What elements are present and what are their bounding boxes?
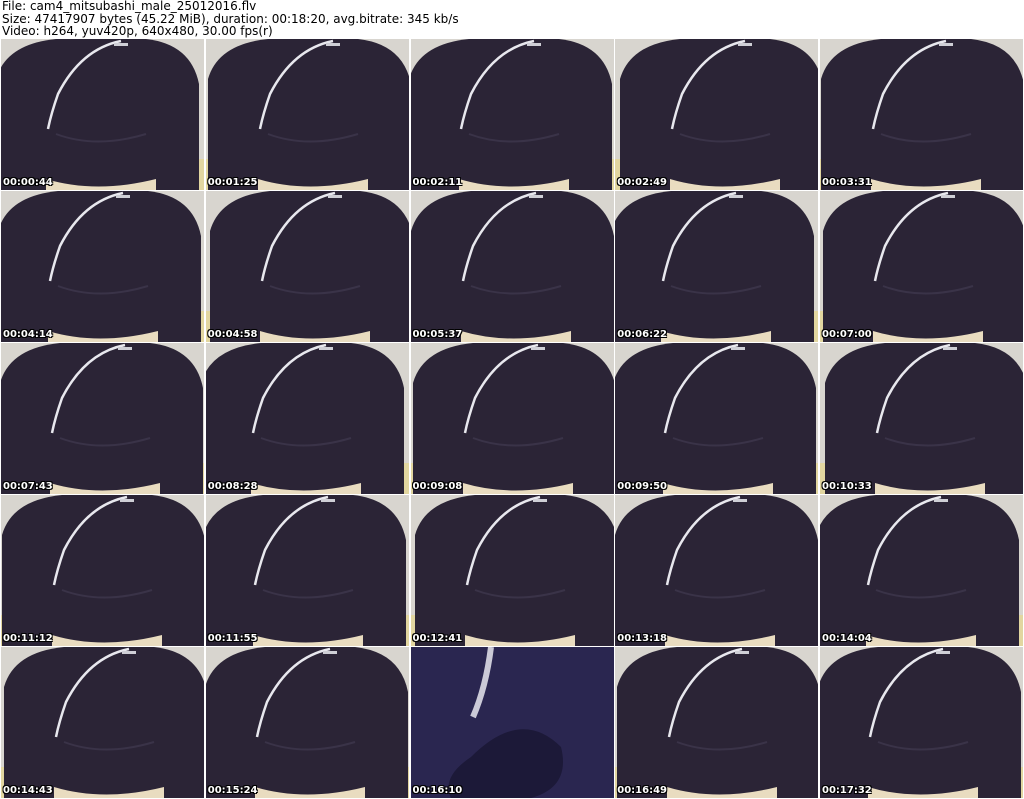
video-frame: [1, 647, 204, 798]
thumbnail: 00:13:18: [615, 495, 819, 646]
timestamp-label: 00:16:49: [617, 785, 667, 796]
thumbnail: 00:09:50: [615, 343, 819, 494]
thumbnail: 00:10:33: [820, 343, 1023, 494]
thumbnail: 00:09:08: [410, 343, 614, 494]
timestamp-label: 00:17:32: [822, 785, 872, 796]
video-frame: [205, 191, 409, 342]
thumbnail: 00:05:37: [410, 191, 614, 342]
thumbnail: 00:00:44: [1, 39, 204, 190]
timestamp-label: 00:11:12: [3, 633, 53, 644]
video-frame: [410, 191, 614, 342]
timestamp-label: 00:09:50: [617, 481, 667, 492]
thumbnail: 00:17:32: [820, 647, 1023, 798]
thumbnail-grid: 00:00:44 00:01:25 00:02:11 00:02:49 00:0…: [1, 39, 1023, 798]
thumbnail: 00:16:10: [410, 647, 614, 798]
video-frame: [615, 343, 819, 494]
video-frame: [1, 343, 204, 494]
timestamp-label: 00:12:41: [412, 633, 463, 644]
timestamp-label: 00:01:25: [207, 177, 258, 188]
timestamp-label: 00:04:14: [3, 329, 53, 340]
video-frame: [205, 39, 409, 190]
thumbnail: 00:15:24: [205, 647, 409, 798]
timestamp-label: 00:14:04: [822, 633, 872, 644]
thumbnail: 00:08:28: [205, 343, 409, 494]
timestamp-label: 00:06:22: [617, 329, 667, 340]
video-frame: [615, 495, 819, 646]
video-frame: [615, 39, 819, 190]
timestamp-label: 00:03:31: [822, 177, 872, 188]
video-frame: [410, 39, 614, 190]
timestamp-label: 00:02:49: [617, 177, 667, 188]
timestamp-label: 00:13:18: [617, 633, 667, 644]
video-frame: [820, 39, 1023, 190]
thumbnail: 00:06:22: [615, 191, 819, 342]
file-info-header: File: cam4_mitsubashi_male_25012016.flv …: [2, 0, 1022, 38]
thumbnail: 00:02:49: [615, 39, 819, 190]
thumbnail: 00:04:58: [205, 191, 409, 342]
thumbnail: 00:02:11: [410, 39, 614, 190]
video-frame: [205, 343, 409, 494]
thumbnail: 00:07:00: [820, 191, 1023, 342]
video-frame: [615, 191, 819, 342]
thumbnail: 00:04:14: [1, 191, 204, 342]
thumbnail: 00:03:31: [820, 39, 1023, 190]
video-frame: [820, 647, 1023, 798]
video-frame: [410, 495, 614, 646]
thumbnail: 00:11:55: [205, 495, 409, 646]
timestamp-label: 00:16:10: [412, 785, 463, 796]
video-frame: [1, 495, 204, 646]
video-frame: [205, 495, 409, 646]
file-name-line: File: cam4_mitsubashi_male_25012016.flv: [2, 0, 257, 13]
video-frame: [1, 191, 204, 342]
timestamp-label: 00:07:00: [822, 329, 872, 340]
video-frame: [820, 343, 1023, 494]
thumbnail: 00:12:41: [410, 495, 614, 646]
video-frame: [820, 191, 1023, 342]
thumbnail: 00:16:49: [615, 647, 819, 798]
timestamp-label: 00:02:11: [412, 177, 463, 188]
thumbnail: 00:07:43: [1, 343, 204, 494]
timestamp-label: 00:09:08: [412, 481, 463, 492]
timestamp-label: 00:14:43: [3, 785, 53, 796]
thumbnail: 00:14:04: [820, 495, 1023, 646]
timestamp-label: 00:00:44: [3, 177, 53, 188]
thumbnail: 00:11:12: [1, 495, 204, 646]
video-frame: [820, 495, 1023, 646]
video-frame: [205, 647, 409, 798]
video-frame: [1, 39, 204, 190]
video-info-line: Video: h264, yuv420p, 640x480, 30.00 fps…: [2, 24, 273, 38]
timestamp-label: 00:07:43: [3, 481, 53, 492]
timestamp-label: 00:05:37: [412, 329, 463, 340]
timestamp-label: 00:04:58: [207, 329, 258, 340]
timestamp-label: 00:08:28: [207, 481, 258, 492]
thumbnail: 00:14:43: [1, 647, 204, 798]
timestamp-label: 00:10:33: [822, 481, 872, 492]
timestamp-label: 00:15:24: [207, 785, 258, 796]
timestamp-label: 00:11:55: [207, 633, 258, 644]
video-frame: [410, 343, 614, 494]
thumbnail: 00:01:25: [205, 39, 409, 190]
video-frame: [410, 647, 614, 798]
video-frame: [615, 647, 819, 798]
